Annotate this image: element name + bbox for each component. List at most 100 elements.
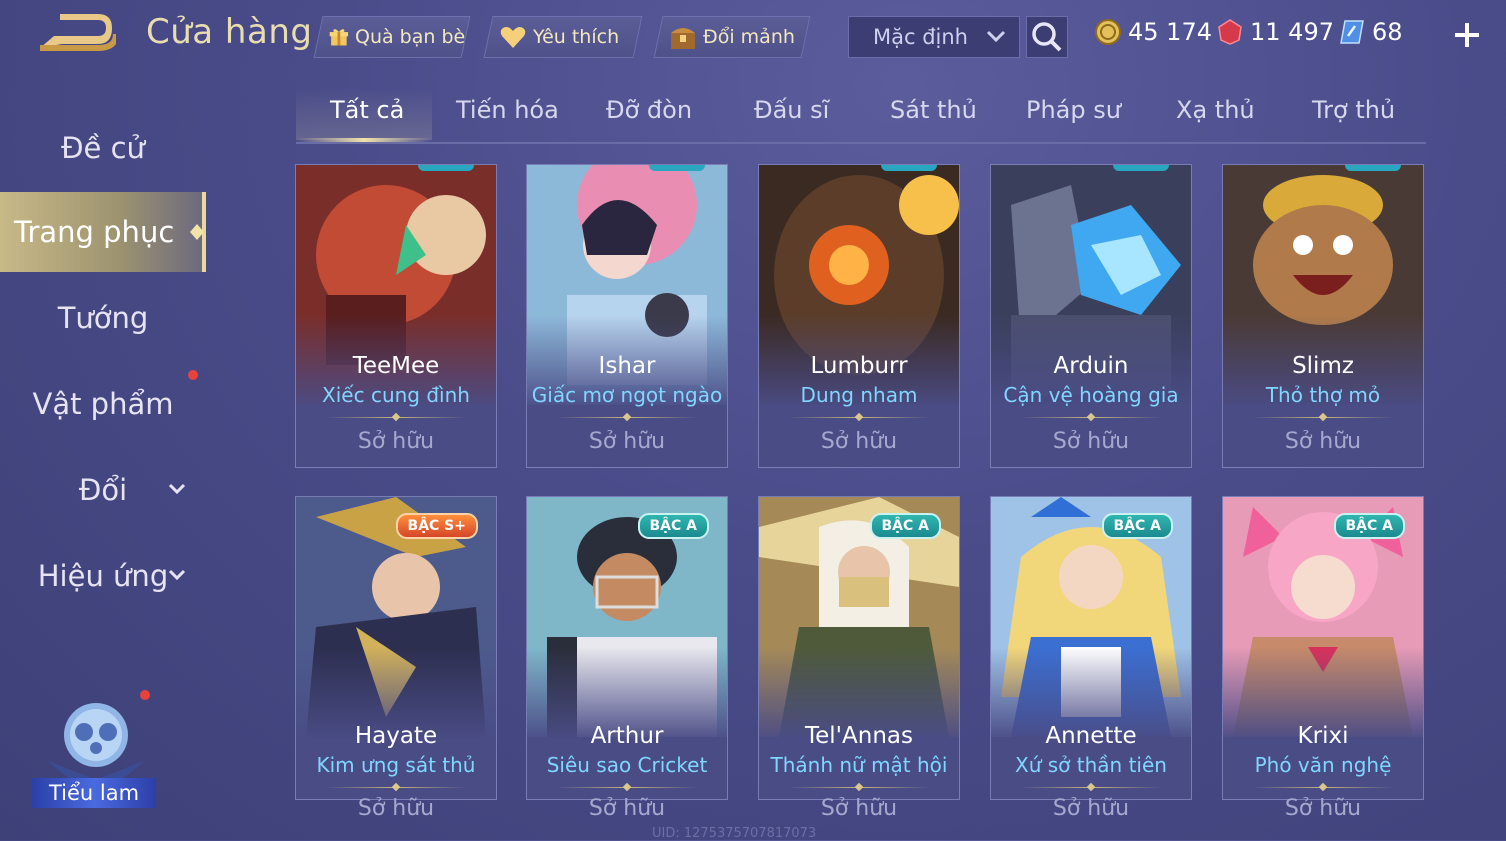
hero-name: Lumburr — [810, 353, 908, 379]
shard-exchange-button[interactable]: Đổi mảnh — [653, 16, 811, 58]
card-tab-marker — [1345, 165, 1401, 171]
owned-status: Sở hữu — [357, 429, 435, 454]
tab-evolution[interactable]: Tiến hóa — [456, 96, 559, 140]
mascot-label: Tiểu lam — [32, 778, 156, 808]
hero-name: Tel'Annas — [805, 723, 913, 749]
card-divider — [557, 417, 697, 418]
owned-status: Sở hữu — [820, 796, 898, 821]
skin-card[interactable]: BẬC A Arthur Siêu sao Cricket — [526, 496, 728, 800]
voucher-amount: 11 497 — [1250, 18, 1334, 46]
search-icon — [1032, 22, 1062, 52]
skin-card[interactable]: BẬC S+ Hayate Kim ưng sát thủ — [295, 496, 497, 800]
owned-status: Sở hữu — [1284, 429, 1362, 454]
shard-exchange-label: Đổi mảnh — [703, 26, 795, 48]
sidebar-item-label: Đổi — [78, 473, 128, 507]
treasure-chest-icon — [671, 28, 695, 49]
tab-support[interactable]: Trợ thủ — [1312, 96, 1395, 140]
card-tab-marker — [881, 165, 937, 171]
tab-mage[interactable]: Pháp sư — [1026, 96, 1121, 140]
heart-icon — [500, 27, 526, 48]
skin-name: Kim ưng sát thủ — [316, 753, 476, 777]
chevron-down-icon — [986, 30, 1006, 43]
owned-status: Sở hữu — [820, 429, 898, 454]
card-divider — [1021, 787, 1161, 788]
skin-card[interactable]: Ishar Giấc mơ ngọt ngào Sở hữu — [526, 164, 728, 468]
skin-card[interactable]: Arduin Cận vệ hoàng gia Sở hữu — [990, 164, 1192, 468]
skin-card[interactable]: BẬC A Tel'Annas Thánh nữ mật hội — [758, 496, 960, 800]
sidebar-item-label: Tướng — [57, 301, 149, 335]
page-title: Cửa hàng — [146, 12, 313, 52]
skin-card[interactable]: BẬC A Krixi Phó văn nghệ — [1222, 496, 1424, 800]
card-divider — [789, 787, 929, 788]
owned-status: Sở hữu — [588, 429, 666, 454]
sidebar-item-label: Trang phục — [14, 215, 175, 249]
card-divider — [1253, 417, 1393, 418]
card-tab-marker — [418, 165, 474, 171]
card-tab-marker — [649, 165, 705, 171]
hero-name: Krixi — [1297, 723, 1349, 749]
owned-status: Sở hữu — [1052, 429, 1130, 454]
skin-card[interactable]: BẬC A Annette Xứ sở thần tiên — [990, 496, 1192, 800]
hero-name: Annette — [1045, 723, 1137, 749]
active-marker-icon — [190, 224, 204, 240]
owned-status: Sở hữu — [1284, 796, 1362, 821]
tier-badge: BẬC A — [1101, 513, 1173, 539]
hero-name: Arduin — [1053, 353, 1129, 379]
skin-card[interactable]: TeeMee Xiếc cung đình Sở hữu — [295, 164, 497, 468]
card-divider — [557, 787, 697, 788]
skin-name: Giấc mơ ngọt ngào — [531, 383, 723, 407]
skin-name: Thỏ thợ mỏ — [1265, 383, 1381, 407]
owned-status: Sở hữu — [588, 796, 666, 821]
chevron-down-icon — [168, 483, 186, 495]
token-amount: 68 — [1372, 18, 1403, 46]
hero-name: Ishar — [598, 353, 656, 379]
sidebar-item-effects[interactable]: Hiệu ứng — [0, 536, 206, 616]
skin-name: Siêu sao Cricket — [546, 753, 708, 777]
owned-status: Sở hữu — [1052, 796, 1130, 821]
skin-name: Phó văn nghệ — [1254, 753, 1392, 777]
tab-marksman[interactable]: Xạ thủ — [1176, 96, 1255, 140]
tier-badge: BẬC A — [637, 513, 709, 539]
gold-coin-icon — [1095, 19, 1121, 45]
skin-name: Dung nham — [800, 383, 918, 407]
tab-warrior[interactable]: Đấu sĩ — [754, 96, 829, 140]
top-bar: Cửa hàng Quà bạn bè Yêu thích Đổi mảnh M… — [0, 0, 1506, 72]
sidebar-item-exchange[interactable]: Đổi — [0, 450, 206, 530]
notification-dot — [188, 370, 198, 380]
card-divider — [326, 787, 466, 788]
skin-name: Thánh nữ mật hội — [770, 753, 948, 777]
tier-badge: BẬC A — [1333, 513, 1405, 539]
hero-name: Hayate — [354, 723, 438, 749]
back-arrow-icon[interactable] — [36, 14, 116, 56]
category-tabs: Tất cả Tiến hóa Đỡ đòn Đấu sĩ Sát thủ Ph… — [296, 88, 1426, 144]
card-divider — [1253, 787, 1393, 788]
sidebar-item-skins[interactable]: Trang phục — [0, 192, 206, 272]
friend-gift-button[interactable]: Quà bạn bè — [313, 16, 471, 58]
favorite-button[interactable]: Yêu thích — [483, 16, 643, 58]
card-tab-marker — [1113, 165, 1169, 171]
skin-card[interactable]: Lumburr Dung nham Sở hữu — [758, 164, 960, 468]
plus-icon[interactable] — [1450, 18, 1484, 52]
owned-status: Sở hữu — [357, 796, 435, 821]
favorite-label: Yêu thích — [533, 26, 620, 48]
card-divider — [789, 417, 929, 418]
sidebar-item-label: Vật phẩm — [32, 387, 174, 421]
tab-tank[interactable]: Đỡ đòn — [606, 96, 692, 140]
ruby-gem-icon — [1218, 19, 1242, 45]
search-button[interactable] — [1026, 16, 1068, 58]
blue-ticket-icon — [1340, 20, 1364, 44]
hero-name: Arthur — [590, 723, 664, 749]
sort-dropdown[interactable]: Mặc định — [848, 16, 1020, 58]
tab-assassin[interactable]: Sát thủ — [890, 96, 977, 140]
skin-card[interactable]: Slimz Thỏ thợ mỏ Sở hữu — [1222, 164, 1424, 468]
sidebar-item-recommended[interactable]: Đề cử — [0, 108, 206, 188]
hero-name: TeeMee — [352, 353, 440, 379]
sidebar-item-items[interactable]: Vật phẩm — [0, 364, 206, 444]
tab-all[interactable]: Tất cả — [330, 96, 404, 140]
chevron-down-icon — [168, 569, 186, 581]
hero-name: Slimz — [1292, 353, 1354, 379]
friend-gift-label: Quà bạn bè — [354, 26, 465, 48]
sidebar-item-label: Hiệu ứng — [37, 559, 169, 593]
sidebar-item-heroes[interactable]: Tướng — [0, 278, 206, 358]
skin-name: Cận vệ hoàng gia — [1003, 383, 1179, 407]
